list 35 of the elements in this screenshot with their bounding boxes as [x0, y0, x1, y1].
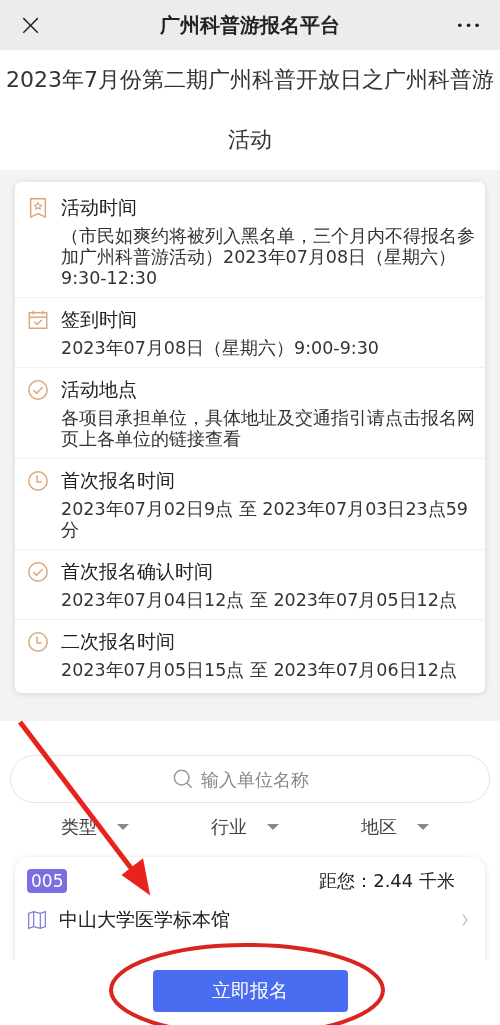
- info-detail: 2023年07月08日（星期六）9:00-9:30: [61, 338, 380, 359]
- check-circle-icon: [27, 379, 49, 401]
- caret-icon: [117, 824, 129, 830]
- info-detail: 2023年07月05日15点 至 2023年07月06日12点: [61, 660, 458, 681]
- number-badge: 005: [27, 869, 68, 893]
- map-icon: [27, 909, 47, 930]
- caret-icon: [267, 824, 279, 830]
- info-detail: （市民如爽约将被列入黑名单，三个月内不得报名参加广州科普游活动）2023年07月08日（星期六）9:30-12:30: [61, 226, 476, 289]
- info-detail: 2023年07月04日12点 至 2023年07月05日12点: [61, 590, 458, 611]
- search-field[interactable]: 输入单位名称: [10, 755, 490, 803]
- check-circle-icon: [27, 561, 49, 583]
- search-icon: [172, 768, 194, 790]
- distance-text: 距您：2.44 千米: [319, 869, 455, 893]
- register-button[interactable]: 立即报名: [152, 970, 348, 1012]
- more-button[interactable]: •••: [452, 17, 482, 33]
- bookmark-star-icon: [27, 197, 49, 219]
- info-label: 首次报名时间: [61, 469, 176, 493]
- info-label: 活动地点: [61, 378, 138, 402]
- calendar-check-icon: [27, 309, 49, 331]
- unit-link[interactable]: 中山大学医学标本馆: [27, 907, 473, 932]
- chevron-icon: [461, 912, 469, 927]
- activity-title: 2023年7月份第二期广州科普开放日之广州科普游活动: [5, 66, 495, 154]
- caret-icon: [417, 824, 429, 830]
- info-label: 二次报名时间: [61, 630, 176, 654]
- info-label: 活动时间: [61, 196, 138, 220]
- info-label: 首次报名确认时间: [61, 560, 214, 584]
- clock-icon: [27, 470, 49, 492]
- page-title: 广州科普游报名平台: [160, 11, 340, 39]
- clock-icon: [27, 631, 49, 653]
- close-button[interactable]: ×: [18, 7, 48, 43]
- info-label: 签到时间: [61, 308, 138, 332]
- filter-dropdown[interactable]: 地区: [361, 815, 429, 839]
- info-detail: 2023年07月02日9点 至 2023年07月03日23点59分: [61, 499, 469, 541]
- filter-dropdown[interactable]: 行业: [211, 815, 279, 839]
- info-detail: 各项目承担单位，具体地址及交通指引请点击报名网页上各单位的链接查看: [61, 408, 476, 450]
